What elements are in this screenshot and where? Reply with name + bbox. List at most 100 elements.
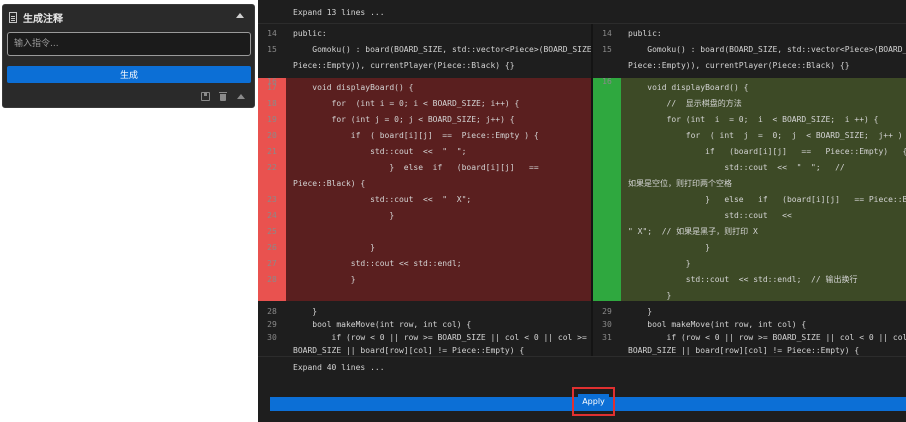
code-text: for ( int j = 0; j < BOARD_SIZE; j++ ) { [628,131,906,140]
line-number: 18 [267,99,277,108]
code-line: 25 [258,224,591,240]
code-line: Piece::Black) { [258,176,591,192]
code-line: 14 public: [258,26,591,42]
code-text: Piece::Empty)), currentPlayer(Piece::Bla… [293,61,515,70]
code-text: Gomoku() : board(BOARD_SIZE, std::vector… [293,45,591,54]
code-text: for (int i = 0; i < BOARD_SIZE; i ++) { [628,115,879,124]
expand-top-label: Expand 13 lines ... [293,8,385,17]
code-text: BOARD_SIZE || board[row][col] != Piece::… [628,346,860,355]
panel-actions [201,92,245,101]
code-line: for (int i = 0; i < BOARD_SIZE; i ++) { [593,112,906,128]
code-text: std::cout << std::endl; [293,259,462,268]
line-number: 28 [267,275,277,284]
line-number: 17 [267,83,277,92]
code-text: 如果是空位，则打印两个空格 [628,179,732,188]
code-text: Gomoku() : board(BOARD_SIZE, std::vector… [628,45,906,54]
code-line: // 显示棋盘的方法 [593,96,906,112]
code-text: for (int i = 0; i < BOARD_SIZE; i++) { [293,99,520,108]
code-text: BOARD_SIZE || board[row][col] != Piece::… [293,346,525,355]
code-line: if (board[i][j] == Piece::Empty) { [593,144,906,160]
line-number: 21 [267,147,277,156]
code-text: void displayBoard() { [293,83,414,92]
code-line: 19 for (int j = 0; j < BOARD_SIZE; j++) … [258,112,591,128]
code-line: } [593,240,906,256]
code-text: if (board[i][j] == Piece::Empty) { [628,147,906,156]
code-line: BOARD_SIZE || board[row][col] != Piece::… [258,343,591,356]
code-text: void displayBoard() { [628,83,749,92]
code-text: Piece::Black) { [293,179,366,188]
code-line: } else if (board[i][j] == Piece::Black) … [593,192,906,208]
collapse-caret-icon[interactable] [236,13,244,18]
code-line: std::cout << " "; // [593,160,906,176]
apply-label: Apply [578,394,609,409]
code-line: std::cout << [593,208,906,224]
apply-button[interactable]: Apply [572,387,615,416]
code-text: } [293,275,356,284]
code-line: Piece::Empty)), currentPlayer(Piece::Bla… [593,58,906,74]
code-line: 27 std::cout << std::endl; [258,256,591,272]
code-line: 14 public: [593,26,906,42]
panel-title: 生成注释 [23,13,63,25]
code-text: } [628,243,710,252]
code-text: public: [628,29,662,38]
expand-bottom-label: Expand 40 lines ... [293,363,385,372]
code-text: std::cout << std::endl; // 输出换行 [628,275,858,284]
diff-view: Expand 13 lines ... 14 public: 15 Gomoku()… [258,0,906,422]
sidebar: 生成注释 生成 [0,0,258,422]
code-line: 15 Gomoku() : board(BOARD_SIZE, std::vec… [593,42,906,58]
code-text: } [293,243,375,252]
code-text: } [628,291,672,300]
line-number: 27 [267,259,277,268]
line-number: 15 [267,45,277,54]
line-number: 19 [267,115,277,124]
line-number: 26 [267,243,277,252]
code-line: 21 std::cout << " "; [258,144,591,160]
original-pane: 14 public: 15 Gomoku() : board(BOARD_SIZE,… [258,24,591,356]
generate-comment-panel: 生成注释 生成 [2,4,255,108]
code-text: " X"; // 如果是黑子，则打印 X [628,227,758,236]
code-line: 20 if ( board[i][j] == Piece::Empty ) { [258,128,591,144]
line-number: 24 [267,211,277,220]
expand-bottom-link[interactable]: Expand 40 lines ... [258,356,906,378]
document-icon [9,11,17,23]
code-line: } [593,288,906,304]
line-number: 14 [602,29,612,38]
code-text: if ( board[i][j] == Piece::Empty ) { [293,131,539,140]
code-line: BOARD_SIZE || board[row][col] != Piece::… [593,343,906,356]
code-line: 22 } else if (board[i][j] == [258,160,591,176]
code-text: public: [293,29,327,38]
code-text: } else if (board[i][j] == [293,163,539,172]
generate-button[interactable]: 生成 [7,66,251,83]
code-line: 23 std::cout << " X"; [258,192,591,208]
code-line: std::cout << std::endl; // 输出换行 [593,272,906,288]
code-line: 24 } [258,208,591,224]
code-text: } [628,259,691,268]
expand-top-link[interactable]: Expand 13 lines ... [258,2,906,24]
save-icon[interactable] [201,92,210,101]
code-line: 18 for (int i = 0; i < BOARD_SIZE; i++) … [258,96,591,112]
code-text: for (int j = 0; j < BOARD_SIZE; j++) { [293,115,515,124]
line-number: 25 [267,227,277,236]
line-number: 22 [267,163,277,172]
code-line: void displayBoard() { [593,80,906,96]
code-line: 如果是空位，则打印两个空格 [593,176,906,192]
code-line: 26 } [258,240,591,256]
instruction-input[interactable] [7,32,251,56]
code-line: } [593,256,906,272]
code-text: std::cout << " "; [293,147,467,156]
line-number: 15 [602,45,612,54]
modified-pane: 14 public: 15 Gomoku() : board(BOARD_SIZE,… [593,24,906,356]
chevron-up-icon[interactable] [237,94,245,99]
code-text: // 显示棋盘的方法 [628,99,742,108]
line-number: 20 [267,131,277,140]
trash-icon[interactable] [219,92,228,101]
panel-header[interactable]: 生成注释 [3,5,254,29]
code-line: Piece::Empty)), currentPlayer(Piece::Bla… [258,58,591,74]
code-line: " X"; // 如果是黑子，则打印 X [593,224,906,240]
code-line: 15 Gomoku() : board(BOARD_SIZE, std::vec… [258,42,591,58]
code-line: 17 void displayBoard() { [258,80,591,96]
code-text: } else if (board[i][j] == Piece::Black) … [705,195,906,204]
code-line: 28 } [258,272,591,288]
code-text: Piece::Empty)), currentPlayer(Piece::Bla… [628,61,850,70]
code-text: std::cout << [628,211,792,220]
